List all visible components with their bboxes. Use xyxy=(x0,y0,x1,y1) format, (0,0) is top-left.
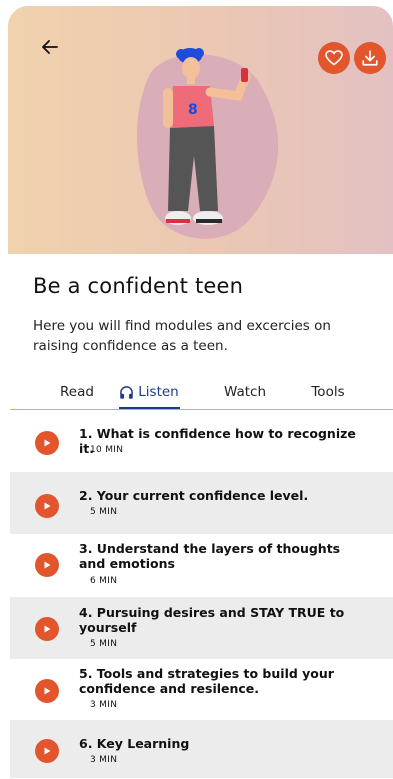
play-button[interactable] xyxy=(35,617,59,641)
lesson-duration: 3 MIN xyxy=(90,755,118,765)
lesson-duration: 10 MIN xyxy=(90,445,124,455)
lesson-title: 3. Understand the layers of thoughts and… xyxy=(79,541,341,571)
lesson-duration: 5 MIN xyxy=(90,507,118,517)
lesson-item[interactable]: 5. Tools and strategies to build your co… xyxy=(10,659,393,720)
download-icon xyxy=(362,50,378,66)
tab-watch[interactable]: Watch xyxy=(215,376,275,410)
lesson-list: 1. What is confidence how to recognize i… xyxy=(10,410,393,778)
lesson-title: 4. Pursuing desires and STAY TRUE to you… xyxy=(79,605,345,635)
hero-illustration-panel: 8 xyxy=(8,6,393,254)
lesson-duration: 3 MIN xyxy=(90,700,118,710)
tab-tools-label: Tools xyxy=(311,384,345,400)
lesson-item[interactable]: 6. Key Learning 3 MIN xyxy=(10,720,393,778)
lesson-title: 2. Your current confidence level. xyxy=(79,488,309,503)
course-title: Be a confident teen xyxy=(33,274,244,298)
lesson-item[interactable]: 1. What is confidence how to recognize i… xyxy=(10,410,393,472)
tab-tools[interactable]: Tools xyxy=(304,376,352,410)
teen-with-phone-illustration: 8 xyxy=(163,48,251,225)
arrow-left-icon xyxy=(42,40,58,54)
play-icon xyxy=(44,561,51,569)
lesson-title: 5. Tools and strategies to build your co… xyxy=(79,666,334,696)
heart-outline-icon xyxy=(325,50,343,66)
favorite-button[interactable] xyxy=(318,42,350,74)
lesson-title: 6. Key Learning xyxy=(79,736,190,751)
download-button[interactable] xyxy=(354,42,386,74)
play-icon xyxy=(44,439,51,447)
lesson-item[interactable]: 2. Your current confidence level. 5 MIN xyxy=(10,472,393,534)
play-button[interactable] xyxy=(35,739,59,763)
back-button[interactable] xyxy=(35,32,65,62)
tab-listen-label: Listen xyxy=(138,384,179,400)
lesson-duration: 5 MIN xyxy=(90,639,118,649)
lesson-duration: 6 MIN xyxy=(90,576,118,586)
headphones-icon xyxy=(120,386,134,399)
play-icon xyxy=(44,687,51,695)
play-icon xyxy=(44,625,51,633)
play-button[interactable] xyxy=(35,431,59,455)
play-button[interactable] xyxy=(35,679,59,703)
tab-watch-label: Watch xyxy=(223,384,267,400)
lesson-item[interactable]: 4. Pursuing desires and STAY TRUE to you… xyxy=(10,597,393,659)
tab-read-label: Read xyxy=(60,384,94,400)
play-button[interactable] xyxy=(35,494,59,518)
tab-read[interactable]: Read xyxy=(54,376,100,410)
play-icon xyxy=(44,747,51,755)
svg-text:8: 8 xyxy=(188,102,198,118)
tab-listen[interactable]: Listen xyxy=(116,376,182,410)
play-button[interactable] xyxy=(35,553,59,577)
content-tabs: Read Listen Watch Tools xyxy=(0,376,393,410)
play-icon xyxy=(44,502,51,510)
course-description: Here you will find modules and excercies… xyxy=(33,318,331,354)
lesson-item[interactable]: 3. Understand the layers of thoughts and… xyxy=(10,534,393,597)
